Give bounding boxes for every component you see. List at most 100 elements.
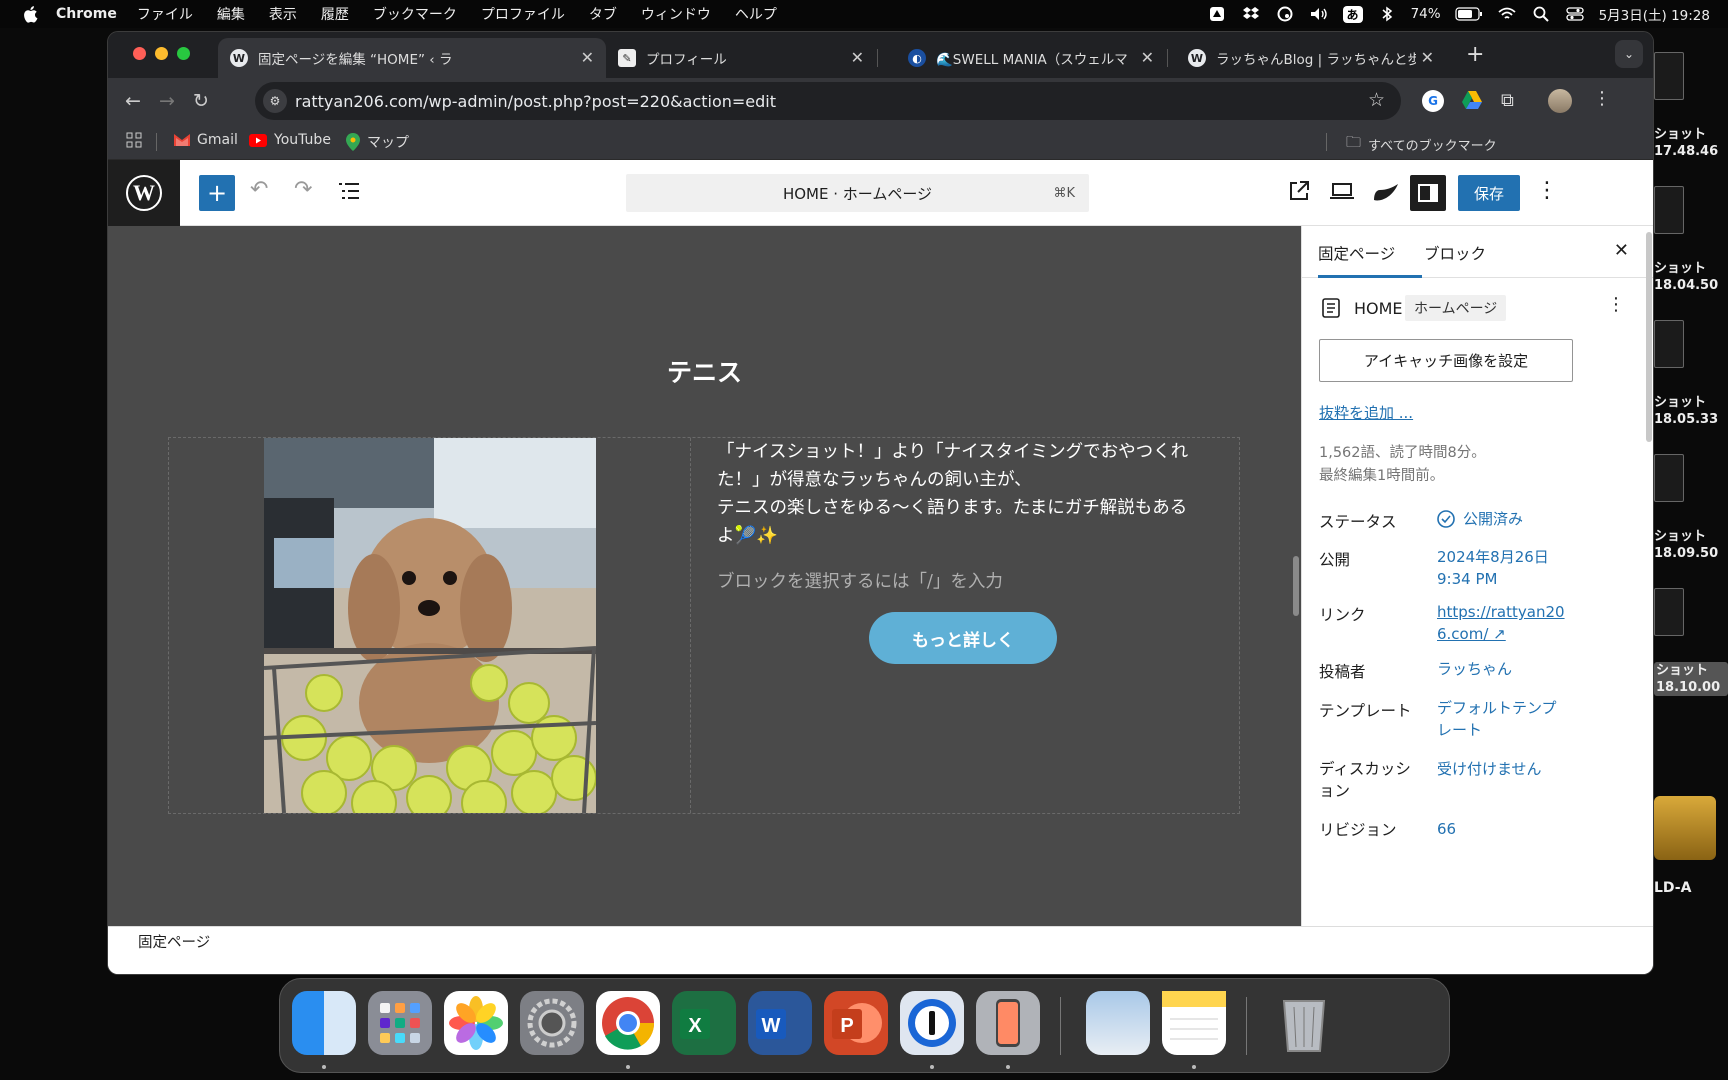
document-overview-button[interactable] (338, 182, 360, 204)
canvas-scrollbar[interactable] (1293, 556, 1299, 616)
options-menu-icon[interactable]: ⋮ (1536, 178, 1558, 203)
desktop-screenshot-thumb[interactable] (1654, 186, 1684, 234)
set-featured-image-button[interactable]: アイキャッチ画像を設定 (1319, 339, 1573, 382)
tab-search-button[interactable]: ⌄ (1615, 40, 1643, 68)
menu-view[interactable]: 表示 (269, 4, 297, 24)
section-heading[interactable]: テニス (108, 353, 1301, 389)
add-block-button[interactable]: + (199, 175, 235, 211)
preview-icon[interactable] (1086, 991, 1150, 1055)
address-bar[interactable]: ⚙ rattyan206.com/wp-admin/post.php?post=… (255, 82, 1401, 120)
word-icon[interactable]: W (748, 991, 812, 1055)
bookmark-gmail[interactable]: Gmail (174, 132, 238, 148)
reload-button[interactable]: ↻ (190, 90, 212, 112)
desktop-screenshot-thumb[interactable] (1654, 454, 1684, 502)
control-center-icon[interactable] (1565, 6, 1585, 22)
close-tab-icon[interactable]: ✕ (1421, 48, 1434, 67)
back-button[interactable]: ← (122, 90, 144, 112)
menu-tab[interactable]: タブ (589, 4, 617, 24)
url-text[interactable]: rattyan206.com/wp-admin/post.php?post=22… (295, 92, 776, 111)
author-value[interactable]: ラッちゃん (1437, 658, 1512, 680)
redo-button[interactable]: ↷ (294, 177, 312, 202)
save-button[interactable]: 保存 (1458, 175, 1520, 211)
preview-device-icon[interactable] (1330, 182, 1354, 204)
desktop-screenshot-thumb[interactable] (1654, 320, 1684, 368)
menu-help[interactable]: ヘルプ (735, 4, 777, 24)
publish-date-value[interactable]: 2024年8月26日 9:34 PM (1437, 546, 1587, 590)
tab-profile[interactable]: ✎ プロフィール ✕ (606, 38, 878, 78)
extensions-icon[interactable]: ⧉ (1501, 90, 1514, 111)
desktop-screenshot-item[interactable]: ショット 18.09.50 (1654, 528, 1728, 562)
apps-grid-icon[interactable] (126, 132, 142, 148)
notes-icon[interactable] (1162, 991, 1226, 1055)
close-tab-icon[interactable]: ✕ (581, 48, 594, 67)
bluetooth-icon[interactable] (1377, 6, 1397, 22)
site-info-icon[interactable]: ⚙ (263, 89, 287, 113)
new-tab-button[interactable]: + (1466, 42, 1484, 67)
permalink-value[interactable]: https://rattyan206.com/ ↗ (1437, 601, 1577, 645)
external-drive-icon[interactable] (1654, 796, 1716, 860)
grammarly-extension-icon[interactable]: G (1422, 90, 1444, 112)
close-tab-icon[interactable]: ✕ (1141, 48, 1154, 67)
zoom-window-button[interactable] (177, 47, 190, 60)
tab-swell-mania[interactable]: ◐ 🌊SWELL MANIA（スウェルマ ✕ (896, 38, 1168, 78)
menu-window[interactable]: ウィンドウ (641, 4, 711, 24)
menubar-app-name[interactable]: Chrome (56, 6, 117, 22)
discussion-value[interactable]: 受け付けません (1437, 758, 1542, 780)
intro-paragraph[interactable]: 「ナイスショット！」より「ナイスタイミングでおやつくれた！」が得意なラッちゃんの… (717, 438, 1197, 550)
chrome-menu-icon[interactable]: ⋮ (1593, 88, 1611, 109)
grammarly-icon[interactable] (1275, 6, 1295, 22)
menu-profiles[interactable]: プロファイル (481, 4, 565, 24)
status-value[interactable]: 公開済み (1437, 508, 1523, 530)
desktop-screenshot-item[interactable]: ショット 17.48.46 (1654, 126, 1728, 160)
menu-file[interactable]: ファイル (137, 4, 193, 24)
bookmark-youtube[interactable]: YouTube (249, 132, 331, 148)
view-page-icon[interactable] (1288, 180, 1310, 206)
wordpress-logo-icon[interactable]: W (108, 160, 180, 226)
volume-icon[interactable] (1309, 6, 1329, 22)
google-drive-icon[interactable] (1461, 90, 1483, 114)
bookmark-star-icon[interactable]: ☆ (1368, 89, 1385, 111)
powerpoint-icon[interactable]: P (824, 991, 888, 1055)
input-mode-indicator[interactable]: あ (1342, 5, 1363, 23)
1password-icon[interactable] (900, 991, 964, 1055)
chrome-icon[interactable] (596, 991, 660, 1055)
settings-sidebar-toggle[interactable] (1410, 175, 1446, 211)
block-placeholder[interactable]: ブロックを選択するには「/」を入力 (717, 568, 1003, 593)
sidebar-scrollbar[interactable] (1646, 232, 1652, 442)
desktop-screenshot-thumb[interactable] (1654, 52, 1684, 100)
menu-bookmarks[interactable]: ブックマーク (373, 4, 457, 24)
apple-icon[interactable] (22, 4, 42, 24)
page-actions-menu-icon[interactable]: ⋮ (1607, 294, 1625, 315)
all-bookmarks[interactable]: 🗀 すべてのブックマーク (1346, 132, 1497, 157)
desktop-screenshot-item-selected[interactable]: ショット 18.10.00 (1654, 662, 1728, 696)
media-text-block[interactable]: 「ナイスショット！」より「ナイスタイミングでおやつくれた！」が得意なラッちゃんの… (168, 437, 1240, 814)
profile-avatar[interactable] (1548, 89, 1572, 113)
desktop-screenshot-item[interactable]: ショット 18.04.50 (1654, 260, 1728, 294)
undo-button[interactable]: ↶ (250, 177, 268, 202)
minimize-window-button[interactable] (155, 47, 168, 60)
desktop-screenshot-item[interactable]: ショット 18.05.33 (1654, 394, 1728, 428)
iphone-mirroring-icon[interactable] (976, 991, 1040, 1055)
command-palette-bar[interactable]: HOME · ホームページ ⌘K (626, 174, 1089, 212)
template-value[interactable]: デフォルトテンプレート (1437, 697, 1562, 741)
revisions-value[interactable]: 66 (1437, 818, 1456, 840)
add-excerpt-link[interactable]: 抜粋を追加 ... (1319, 402, 1413, 423)
system-settings-icon[interactable] (520, 991, 584, 1055)
menu-history[interactable]: 履歴 (321, 4, 349, 24)
tab-edit-home[interactable]: W 固定ページを編集 “HOME” ‹ ラ ✕ (218, 38, 606, 78)
tab-rattyan-blog[interactable]: W ラッちゃんBlog | ラッちゃんと歩 ✕ (1176, 38, 1446, 78)
more-details-button[interactable]: もっと詳しく (869, 612, 1057, 664)
launchpad-icon[interactable] (368, 991, 432, 1055)
battery-icon[interactable] (1454, 6, 1483, 22)
wifi-icon[interactable] (1497, 6, 1517, 22)
block-breadcrumb[interactable]: 固定ページ (138, 931, 210, 952)
menu-edit[interactable]: 編集 (217, 4, 245, 24)
tab-block-settings[interactable]: ブロック (1424, 242, 1486, 264)
close-window-button[interactable] (133, 47, 146, 60)
drive-status-icon[interactable] (1207, 6, 1227, 22)
forward-button[interactable]: → (156, 90, 178, 112)
desktop-screenshot-thumb[interactable] (1654, 588, 1684, 636)
dog-photo-image[interactable] (264, 438, 596, 813)
close-sidebar-icon[interactable]: ✕ (1614, 240, 1629, 261)
bookmark-maps[interactable]: マップ (346, 132, 409, 152)
